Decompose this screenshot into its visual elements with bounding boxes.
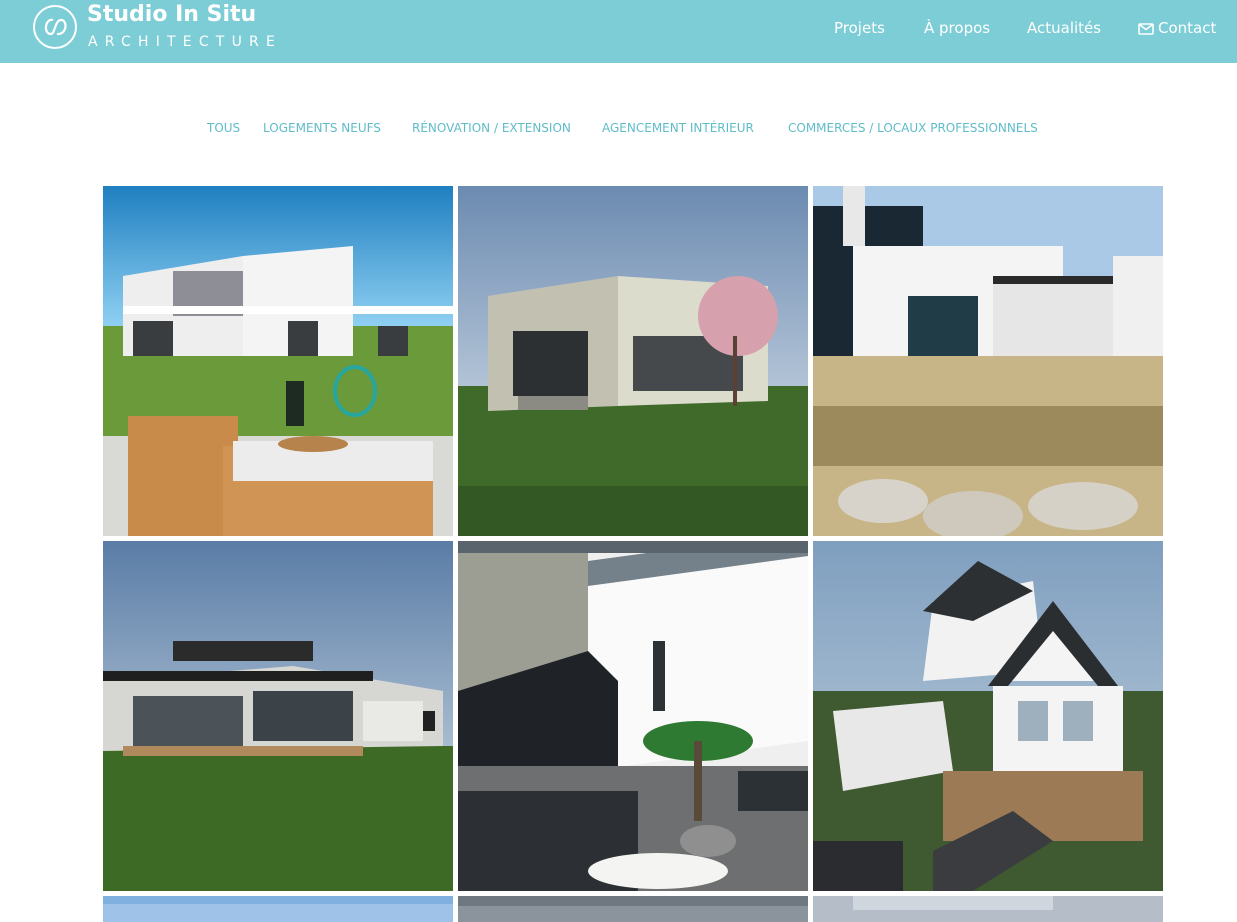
project-filters: TOUS LOGEMENTS NEUFS RÉNOVATION / EXTENS… [0, 121, 1237, 139]
envelope-icon [1138, 21, 1154, 39]
project-tile[interactable] [103, 186, 453, 536]
nav-item-contact[interactable]: Contact [1138, 19, 1216, 39]
project-tile[interactable] [103, 896, 453, 922]
project-tile[interactable] [103, 541, 453, 891]
nav-item-a-propos[interactable]: À propos [924, 19, 990, 37]
project-tile[interactable] [813, 186, 1163, 536]
filter-commerces-locaux[interactable]: COMMERCES / LOCAUX PROFESSIONNELS [788, 121, 1038, 135]
project-tile[interactable] [458, 541, 808, 891]
nav-item-projets[interactable]: Projets [834, 19, 885, 37]
project-tile[interactable] [458, 186, 808, 536]
main-nav: Projets À propos Actualités Contact [0, 19, 1237, 43]
filter-tous[interactable]: TOUS [207, 121, 240, 135]
project-tile[interactable] [813, 541, 1163, 891]
filter-agencement-interieur[interactable]: AGENCEMENT INTÉRIEUR [602, 121, 754, 135]
nav-item-actualites[interactable]: Actualités [1027, 19, 1101, 37]
filter-logements-neufs[interactable]: LOGEMENTS NEUFS [263, 121, 381, 135]
filter-renovation-extension[interactable]: RÉNOVATION / EXTENSION [412, 121, 571, 135]
site-header: Studio In Situ ARCHITECTURE Projets À pr… [0, 0, 1237, 63]
project-tile[interactable] [458, 896, 808, 922]
nav-item-contact-label: Contact [1158, 19, 1217, 37]
project-tile[interactable] [813, 896, 1163, 922]
